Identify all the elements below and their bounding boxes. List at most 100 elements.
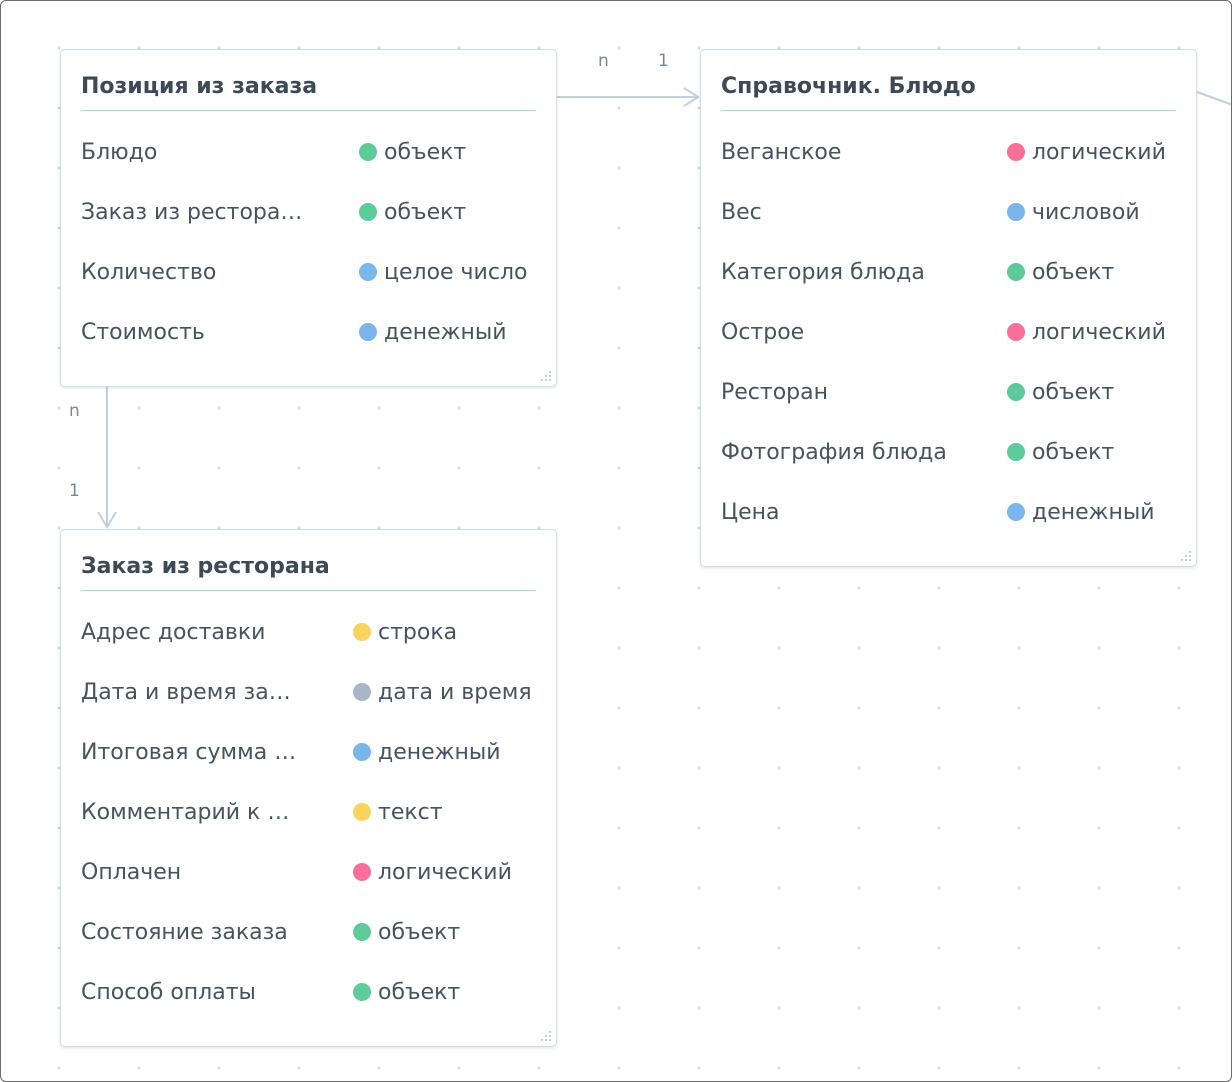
field-name: Адрес доставки (81, 620, 266, 645)
relation-arrowhead-dish (683, 87, 700, 107)
type-color-dot (353, 983, 371, 1001)
type-color-dot (1007, 383, 1025, 401)
field-type-label: денежный (1032, 500, 1155, 525)
field-type-label: объект (378, 920, 461, 945)
field-name: Веганское (721, 140, 842, 165)
field-name: Итоговая сумма … (81, 740, 297, 765)
field-type: строка (353, 620, 457, 645)
entity-card-dish[interactable]: Справочник. Блюдо Веганское логический В… (700, 49, 1197, 567)
field-name: Состояние заказа (81, 920, 288, 945)
field-type: объект (359, 200, 466, 225)
field-name: Вес (721, 200, 762, 225)
field-type: объект (359, 140, 466, 165)
entity-card-restaurant-order[interactable]: Заказ из ресторана Адрес доставки строка… (60, 529, 557, 1047)
type-color-dot (359, 203, 377, 221)
field-name: Блюдо (81, 140, 158, 165)
field-type-label: денежный (378, 740, 501, 765)
type-color-dot (359, 263, 377, 281)
relation-cardinality-label: 1 (658, 51, 669, 71)
entity-card-order-item[interactable]: Позиция из заказа Блюдо объект Заказ из … (60, 49, 557, 387)
field-row[interactable]: Комментарий к … текст (81, 800, 546, 830)
field-row[interactable]: Заказ из ресторa… объект (81, 200, 546, 230)
field-name: Ресторан (721, 380, 829, 405)
field-type-label: денежный (384, 320, 507, 345)
field-type: дата и время (353, 680, 532, 705)
field-type-label: целое число (384, 260, 528, 285)
entity-title: Справочник. Блюдо (721, 74, 976, 99)
field-row[interactable]: Итоговая сумма … денежный (81, 740, 546, 770)
type-color-dot (1007, 263, 1025, 281)
title-divider (721, 110, 1176, 111)
field-type-label: объект (1032, 440, 1115, 465)
field-row[interactable]: Блюдо объект (81, 140, 546, 170)
relation-cardinality-label: n (598, 51, 609, 71)
field-row[interactable]: Цена денежный (721, 500, 1186, 530)
field-type: логический (1007, 320, 1166, 345)
field-name: Цена (721, 500, 780, 525)
field-row[interactable]: Стоимость денежный (81, 320, 546, 350)
field-name: Способ оплаты (81, 980, 256, 1005)
field-type: логический (353, 860, 512, 885)
field-row[interactable]: Оплачен логический (81, 860, 546, 890)
field-row[interactable]: Состояние заказа объект (81, 920, 546, 950)
field-type-label: объект (384, 140, 467, 165)
field-type-label: объект (384, 200, 467, 225)
type-color-dot (1007, 143, 1025, 161)
field-type-label: числовой (1032, 200, 1140, 225)
field-name: Категория блюда (721, 260, 925, 285)
field-type: объект (353, 980, 460, 1005)
type-color-dot (359, 143, 377, 161)
relation-arrowhead-order (97, 511, 117, 529)
resize-handle-icon[interactable] (539, 369, 553, 383)
field-type-label: логический (378, 860, 512, 885)
type-color-dot (359, 323, 377, 341)
field-row[interactable]: Фотография блюда объект (721, 440, 1186, 470)
title-divider (81, 110, 536, 111)
field-type-label: объект (1032, 380, 1115, 405)
field-type: объект (1007, 380, 1114, 405)
entity-title: Заказ из ресторана (81, 554, 330, 579)
field-type-label: объект (1032, 260, 1115, 285)
field-name: Оплачен (81, 860, 182, 885)
type-color-dot (353, 803, 371, 821)
field-type: объект (353, 920, 460, 945)
type-color-dot (353, 743, 371, 761)
relation-cardinality-label: n (69, 401, 80, 421)
field-row[interactable]: Способ оплаты объект (81, 980, 546, 1010)
relation-line-dish-offscreen (1196, 91, 1231, 106)
field-row[interactable]: Вес числовой (721, 200, 1186, 230)
field-row[interactable]: Количество целое число (81, 260, 546, 290)
field-name: Фотография блюда (721, 440, 947, 465)
field-type: денежный (1007, 500, 1155, 525)
field-type-label: логический (1032, 320, 1166, 345)
type-color-dot (353, 623, 371, 641)
field-row[interactable]: Ресторан объект (721, 380, 1186, 410)
field-type-label: строка (378, 620, 458, 645)
field-name: Острое (721, 320, 805, 345)
field-row[interactable]: Адрес доставки строка (81, 620, 546, 650)
field-row[interactable]: Дата и время за… дата и время (81, 680, 546, 710)
field-name: Стоимость (81, 320, 205, 345)
resize-handle-icon[interactable] (1179, 549, 1193, 563)
field-type-label: дата и время (378, 680, 532, 705)
type-color-dot (1007, 503, 1025, 521)
field-type: целое число (359, 260, 527, 285)
type-color-dot (1007, 323, 1025, 341)
entity-title: Позиция из заказа (81, 74, 318, 99)
resize-handle-icon[interactable] (539, 1029, 553, 1043)
relation-cardinality-label: 1 (69, 481, 80, 501)
field-type: логический (1007, 140, 1166, 165)
field-type-label: объект (378, 980, 461, 1005)
field-name: Заказ из ресторa… (81, 200, 303, 225)
field-row[interactable]: Категория блюда объект (721, 260, 1186, 290)
field-row[interactable]: Острое логический (721, 320, 1186, 350)
type-color-dot (1007, 203, 1025, 221)
field-row[interactable]: Веганское логический (721, 140, 1186, 170)
diagram-canvas[interactable]: n 1 n 1 Позиция из заказа Блюдо объект З… (0, 0, 1232, 1082)
field-name: Количество (81, 260, 217, 285)
type-color-dot (1007, 443, 1025, 461)
type-color-dot (353, 863, 371, 881)
field-name: Дата и время за… (81, 680, 291, 705)
type-color-dot (353, 923, 371, 941)
field-type: текст (353, 800, 443, 825)
